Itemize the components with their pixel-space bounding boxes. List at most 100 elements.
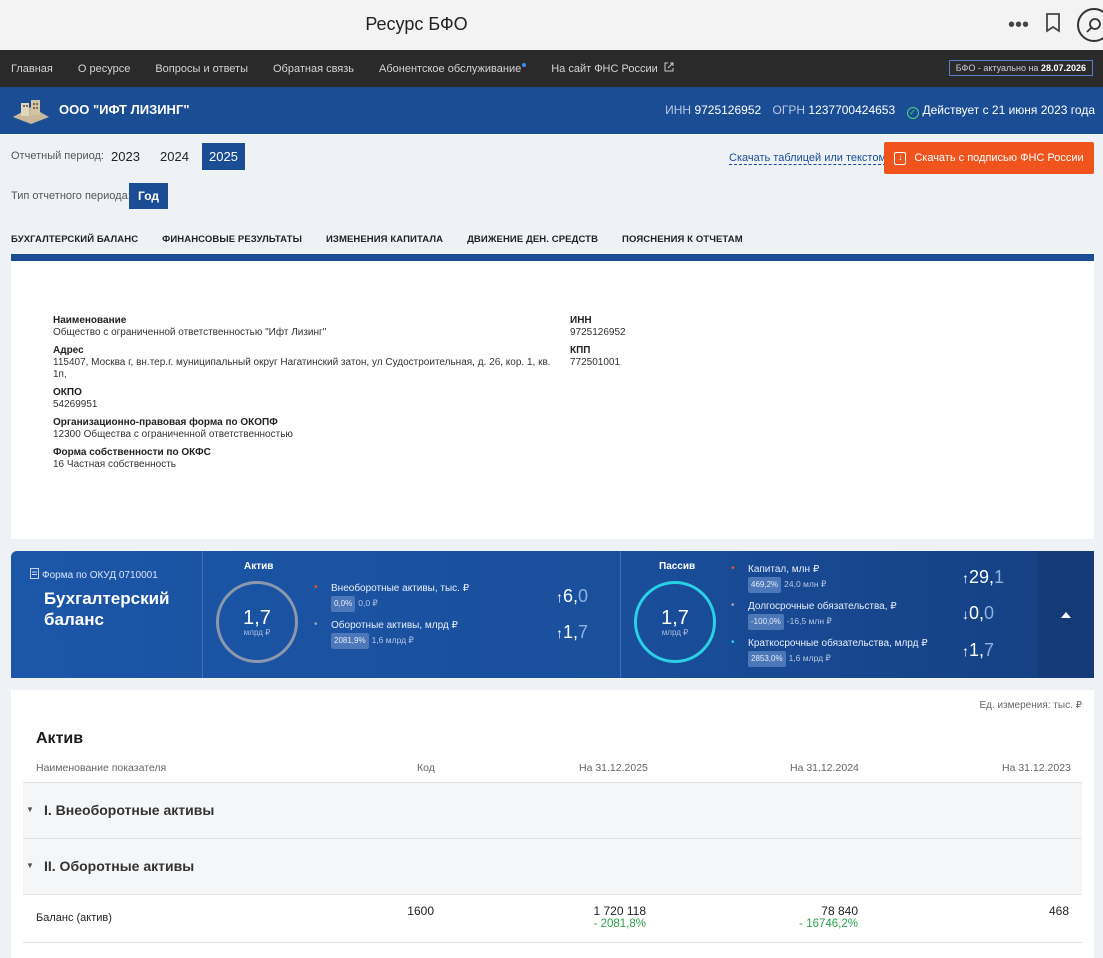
trend-int: 0, xyxy=(969,603,985,623)
legend-dot: • xyxy=(731,600,735,611)
org-info-card: Наименование Общество с ограниченной отв… xyxy=(11,261,1094,539)
nav-feedback[interactable]: Обратная связь xyxy=(273,63,354,75)
period-type-button[interactable]: Год xyxy=(129,183,168,209)
trend-arrow-icon: ↑ xyxy=(962,570,969,586)
trend-arrow-icon: ↓ xyxy=(962,606,969,622)
trend-dec: 1 xyxy=(994,567,1005,587)
more-icon[interactable]: ••• xyxy=(1008,14,1029,37)
nav-main[interactable]: Главная xyxy=(11,63,53,75)
top-nav: Главная О ресурсе Вопросы и ответы Обрат… xyxy=(0,50,1103,87)
nav-fns-label: На сайт ФНС России xyxy=(551,63,658,75)
download-table-link[interactable]: Скачать таблицей или текстом xyxy=(729,152,887,165)
nav-faq[interactable]: Вопросы и ответы xyxy=(155,63,248,75)
legend-sub: 24,0 млн ₽ xyxy=(784,579,827,589)
row-name: Баланс (актив) xyxy=(36,912,112,924)
balance-table: Ед. измерения: тыс. ₽ Актив Наименование… xyxy=(11,690,1094,958)
trend-value: ↑6,0 xyxy=(556,586,588,607)
section-title: I. Внеоборотные активы xyxy=(44,802,215,818)
legend-name: Долгосрочные обязательства, ₽ xyxy=(748,601,897,612)
row-2025: 1 720 118 - 2081,8% xyxy=(511,904,647,930)
org-name-value: Общество с ограниченной ответственностью… xyxy=(53,327,327,338)
change-badge: 0,0% xyxy=(331,596,356,612)
percent-change: - 2081,8% xyxy=(593,918,646,930)
year-2023[interactable]: 2023 xyxy=(103,144,148,169)
legend-sub: 1,6 млрд ₽ xyxy=(788,653,831,663)
value: 78 840 xyxy=(821,904,858,918)
new-indicator-dot xyxy=(522,62,527,67)
freshness-badge: БФО - актуально на 28.07.2026 xyxy=(948,60,1093,76)
search-icon[interactable] xyxy=(1077,8,1103,42)
bookmark-icon[interactable] xyxy=(1045,12,1061,38)
aktiv-unit: млрд ₽ xyxy=(243,627,271,637)
aktiv-heading: Актив xyxy=(244,561,274,572)
download-signed-button[interactable]: ↓ Скачать с подписью ФНС России xyxy=(884,142,1094,174)
nav-about[interactable]: О ресурсе xyxy=(78,63,130,75)
trend-int: 1, xyxy=(563,622,579,642)
caret-down-icon: ▼ xyxy=(26,805,34,814)
ogrn-value: 1237700424653 xyxy=(808,103,896,117)
divider xyxy=(23,942,1082,943)
legend-sub: 0,0 ₽ xyxy=(358,598,378,608)
nav-subscription[interactable]: Абонентское обслуживание xyxy=(379,62,527,75)
row-2024: 78 840 - 16746,2% xyxy=(723,904,858,930)
legend-dot: • xyxy=(314,582,318,593)
document-icon xyxy=(30,568,39,579)
percent-change: - 16746,2% xyxy=(799,918,858,930)
trend-int: 6, xyxy=(563,586,579,606)
change-badge: 469,2% xyxy=(748,577,782,593)
change-badge: 2853,0% xyxy=(748,651,786,667)
passiv-item-longterm: • Долгосрочные обязательства, ₽ -100,0% -… xyxy=(731,600,897,630)
ogrn-label: ОГРН xyxy=(772,103,806,117)
okpo-value: 54269951 xyxy=(53,399,98,410)
divider xyxy=(620,551,621,678)
trend-value: ↓0,0 xyxy=(962,603,994,624)
legend-name: Оборотные активы, млрд ₽ xyxy=(331,620,458,631)
section-row-current[interactable]: ▼ II. Оборотные активы xyxy=(23,839,1082,894)
org-inn-label: ИНН xyxy=(570,315,592,326)
org-info-right: ИНН 9725126952 КПП 772501001 xyxy=(570,311,870,375)
download-signed-label: Скачать с подписью ФНС России xyxy=(914,152,1084,164)
trend-dec: 7 xyxy=(578,622,589,642)
trend-dec: 0 xyxy=(984,603,995,623)
company-header: ООО "ИФТ ЛИЗИНГ" ИНН 9725126952 ОГРН 123… xyxy=(0,87,1103,134)
legend-dot: • xyxy=(314,619,318,630)
table-title: Актив xyxy=(36,730,84,747)
divider xyxy=(23,894,1082,895)
passiv-item-shortterm: • Краткосрочные обязательства, млрд ₽ 28… xyxy=(731,637,928,667)
okfs-label: Форма собственности по ОКФС xyxy=(53,447,211,458)
nav-subscription-label: Абонентское обслуживание xyxy=(379,62,522,75)
passiv-total: 1,7 xyxy=(661,606,689,629)
year-2025[interactable]: 2025 xyxy=(202,143,245,170)
section-title: II. Оборотные активы xyxy=(44,858,195,874)
section-row-noncurrent[interactable]: ▼ I. Внеоборотные активы xyxy=(23,783,1082,838)
passiv-ring: 1,7 млрд ₽ xyxy=(634,581,716,663)
download-icon: ↓ xyxy=(894,151,907,165)
kpp-value: 772501001 xyxy=(570,357,621,368)
okud-form: Форма по ОКУД 0710001 xyxy=(30,568,158,581)
trend-value: ↑1,7 xyxy=(962,640,994,661)
aktiv-total: 1,7 xyxy=(243,606,271,629)
nav-fns-site[interactable]: На сайт ФНС России xyxy=(551,62,674,75)
browser-bar: Ресурс БФО ••• xyxy=(0,0,1103,50)
collapse-button[interactable] xyxy=(1038,551,1094,678)
kpp-label: КПП xyxy=(570,345,591,356)
legend-dot: • xyxy=(731,637,735,648)
passiv-item-capital: • Капитал, млн ₽ 469,2% 24,0 млн ₽ xyxy=(731,563,827,593)
trend-int: 1, xyxy=(969,640,985,660)
value: 1 720 118 xyxy=(593,904,647,918)
divider xyxy=(202,551,203,678)
header-name: Наименование показателя xyxy=(36,762,167,774)
company-name: ООО "ИФТ ЛИЗИНГ" xyxy=(59,102,190,117)
browser-icons: ••• xyxy=(1008,8,1103,42)
aktiv-item-noncurrent: • Внеоборотные активы, тыс. ₽ 0,0% 0,0 ₽ xyxy=(314,582,469,612)
year-2024[interactable]: 2024 xyxy=(152,144,197,169)
passiv-unit: млрд ₽ xyxy=(661,627,689,637)
check-icon: ✓ xyxy=(906,107,919,119)
row-code: 1600 xyxy=(407,904,434,918)
trend-int: 29, xyxy=(969,567,995,587)
passiv-heading: Пассив xyxy=(659,561,696,572)
filter-area: Отчетный период: 2023 2024 2025 Тип отче… xyxy=(0,134,1103,264)
org-name-label: Наименование xyxy=(53,315,127,326)
okud-form-label: Форма по ОКУД 0710001 xyxy=(42,570,158,581)
org-info-left: Наименование Общество с ограниченной отв… xyxy=(53,311,553,477)
